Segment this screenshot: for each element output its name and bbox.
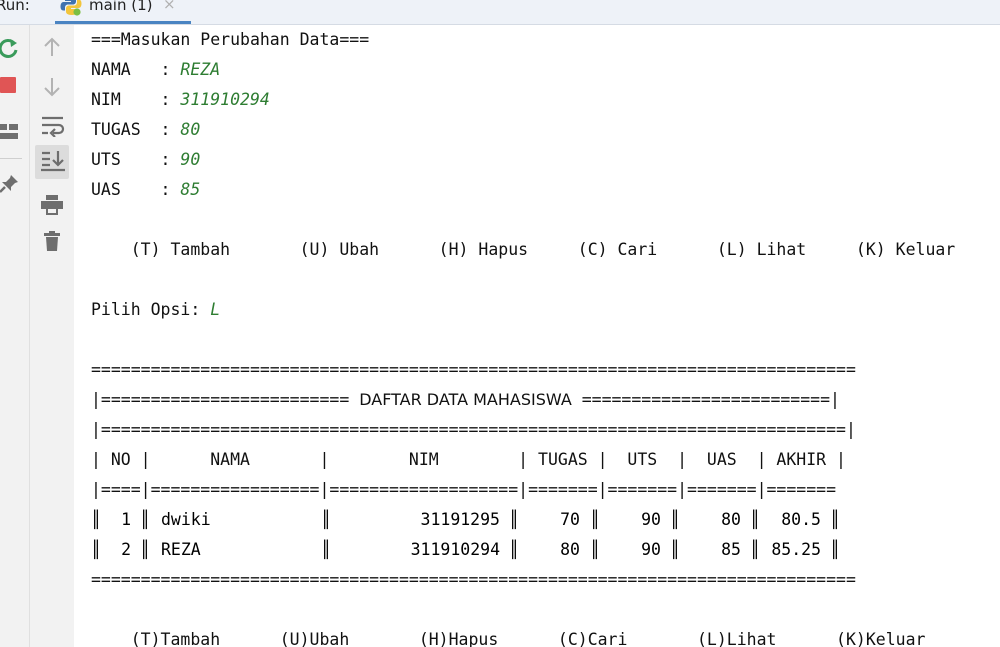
cell-no: 2 (121, 540, 131, 559)
table-rule-top: ========================================… (91, 360, 856, 379)
tab-title: main (1) (89, 0, 153, 14)
cell-uts: 90 (641, 510, 661, 529)
table-header: | NO | NAMA | NIM | TUGAS | UTS | UAS | … (91, 450, 846, 469)
close-icon[interactable]: × (163, 0, 176, 13)
field-label: NAMA : (91, 60, 181, 79)
tab-main[interactable]: main (1) × (55, 0, 191, 24)
toolbar-divider (0, 158, 22, 159)
row-border: ║ (509, 540, 519, 559)
cell-uas: 85 (721, 540, 741, 559)
field-value: 80 (180, 120, 201, 139)
row-border: ║ (670, 510, 680, 529)
row-border: ║ (750, 540, 760, 559)
field-value: 85 (180, 180, 201, 199)
python-icon (60, 0, 82, 16)
console-output[interactable]: ===Masukan Perubahan Data=== NAMA : REZA… (74, 25, 1000, 647)
table-rule-inner: |=======================================… (91, 420, 856, 439)
cell-akhir: 80.5 (781, 510, 821, 529)
row-border: ║ (830, 510, 840, 529)
field-nim: NIM : 311910294 (91, 90, 270, 110)
run-window: Run: main (1) × ===Masukan Perubahan Dat… (0, 0, 1000, 647)
cell-akhir: 85.25 (771, 540, 821, 559)
pin-icon[interactable] (0, 173, 20, 195)
print-icon[interactable] (41, 195, 63, 215)
soft-wrap-icon[interactable] (41, 115, 65, 137)
field-nama: NAMA : REZA (91, 60, 220, 80)
cell-tugas: 80 (560, 540, 580, 559)
field-uas: UAS : 85 (91, 180, 200, 200)
scroll-up-icon[interactable] (43, 37, 61, 57)
table-title-row: |========================= DAFTAR DATA M… (91, 390, 840, 410)
table-header-rule: |====|=================|================… (91, 480, 837, 499)
scroll-down-icon[interactable] (43, 77, 61, 97)
trash-icon[interactable] (44, 231, 60, 251)
run-label: Run: (0, 0, 30, 14)
cell-nim: 31191295 (420, 510, 500, 529)
layout-icon[interactable] (0, 123, 20, 141)
cell-uts: 90 (641, 540, 661, 559)
row-border: ║ (670, 540, 680, 559)
run-toolbar-secondary (30, 25, 74, 647)
run-tab-bar: Run: main (1) × (0, 0, 1000, 25)
field-uts: UTS : 90 (91, 150, 200, 170)
row-border: ║ (321, 510, 331, 529)
field-label: UAS : (91, 180, 181, 199)
row-border: ║ (321, 540, 331, 559)
row-border: ║ (140, 510, 150, 529)
cell-uas: 80 (721, 510, 741, 529)
row-border: ║ (590, 510, 600, 529)
cell-nama: REZA (161, 540, 201, 559)
row-border: ║ (590, 540, 600, 559)
input-heading: ===Masukan Perubahan Data=== (91, 30, 370, 49)
menu-options: (T) Tambah (U) Ubah (H) Hapus (C) Cari (… (91, 240, 956, 259)
prompt-value: L (210, 300, 221, 319)
stop-icon[interactable] (0, 77, 16, 93)
row-border: ║ (91, 540, 101, 559)
prompt-label: Pilih Opsi: (91, 300, 211, 319)
field-tugas: TUGAS : 80 (91, 120, 200, 140)
field-label: NIM : (91, 90, 181, 109)
cell-tugas: 70 (560, 510, 580, 529)
menu-options-compact: (T)Tambah (U)Ubah (H)Hapus (C)Cari (L)Li… (91, 630, 926, 647)
field-label: TUGAS : (91, 120, 181, 139)
table-title: DAFTAR DATA MAHASISWA (359, 390, 572, 409)
row-border: ║ (750, 510, 760, 529)
row-border: ║ (91, 510, 101, 529)
rerun-icon[interactable] (0, 37, 20, 59)
scroll-to-end-icon[interactable] (41, 150, 65, 172)
cell-nim: 311910294 (410, 540, 500, 559)
title-rule-right: =========================| (571, 390, 840, 409)
cell-no: 1 (121, 510, 131, 529)
field-value: 311910294 (180, 90, 270, 109)
row-border: ║ (140, 540, 150, 559)
field-label: UTS : (91, 150, 181, 169)
option-prompt: Pilih Opsi: L (91, 300, 220, 320)
field-value: REZA (180, 60, 221, 79)
row-border: ║ (509, 510, 519, 529)
table-rule-bottom: ========================================… (91, 570, 856, 589)
row-border: ║ (830, 540, 840, 559)
cell-nama: dwiki (161, 510, 211, 529)
run-toolbar-primary (0, 25, 30, 647)
title-rule-left: |========================= (91, 390, 360, 409)
field-value: 90 (180, 150, 201, 169)
